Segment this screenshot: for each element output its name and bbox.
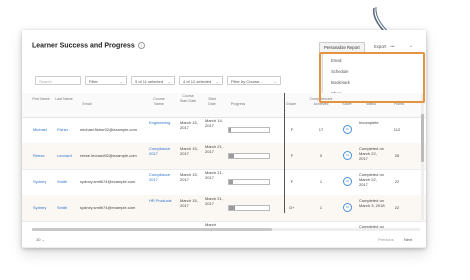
- chevron-down-icon: ⌄: [215, 79, 219, 84]
- first-name-cell[interactable]: Sydney: [33, 205, 49, 210]
- last-name-cell[interactable]: Fisher: [57, 127, 77, 132]
- column-header-last-name[interactable]: Last Name: [55, 97, 73, 102]
- filter-selection-2[interactable]: 4 of 12 selected ⌄: [179, 76, 223, 85]
- page-size-value: 10: [36, 237, 41, 242]
- scrollbar-thumb[interactable]: [32, 228, 272, 231]
- grade-cell: F: [290, 153, 294, 158]
- next-page-button[interactable]: Next: [404, 237, 412, 242]
- column-header-email[interactable]: Email: [80, 102, 94, 107]
- course-name-cell[interactable]: Engineering: [149, 120, 173, 125]
- export-button[interactable]: Export •••: [374, 42, 395, 51]
- score-ring: 60: [343, 203, 352, 212]
- filter-selection-1[interactable]: 9 of 11 selected ⌄: [131, 76, 175, 85]
- progress-bar: [228, 127, 270, 133]
- competencies-cell: 1: [319, 179, 323, 184]
- vertical-scrollbar[interactable]: [421, 94, 424, 220]
- more-icon: •••: [390, 44, 395, 49]
- points-cell: 22: [394, 179, 400, 184]
- course-start-date-cell: March 15, 2017: [180, 146, 198, 156]
- table-row[interactable]: Sydney Smith sydney.smith74@example.com Com…: [22, 169, 426, 196]
- chevron-down-icon: ⌄: [167, 79, 171, 84]
- chevron-down-icon[interactable]: ⌄: [409, 42, 413, 51]
- search-input[interactable]: Search: [35, 76, 81, 85]
- filter-label: 4 of 12 selected: [183, 79, 212, 84]
- column-divider: [284, 93, 285, 213]
- score-ring: 40: [343, 125, 352, 134]
- progress-bar: [228, 205, 270, 211]
- horizontal-scrollbar[interactable]: [32, 228, 420, 231]
- column-header-grade[interactable]: Grade: [284, 102, 298, 107]
- column-header-start-date[interactable]: Start Date: [204, 97, 220, 107]
- grade-cell: F: [290, 179, 294, 184]
- email-cell: reese.leonard92@example.com: [80, 153, 137, 158]
- page-title-text: Learner Success and Progress: [32, 42, 135, 50]
- start-date-cell: March 21, 2017: [205, 144, 223, 154]
- info-icon[interactable]: i: [137, 42, 145, 49]
- email-cell: michael.fisher02@example.com: [80, 127, 137, 132]
- last-name-cell[interactable]: Leonard: [57, 153, 77, 158]
- filter-dropdown[interactable]: Filter ⌄: [85, 76, 127, 85]
- grade-cell: F: [290, 127, 294, 132]
- score-ring: 45: [343, 151, 352, 160]
- filter-by-course[interactable]: Filter by Course... ⌄: [227, 76, 281, 85]
- table-row[interactable]: Sydney Smith sydney.smith74@example.com HR …: [22, 195, 426, 222]
- progress-bar-fill: [229, 128, 231, 132]
- progress-bar-fill: [229, 154, 234, 158]
- progress-bar: [228, 153, 270, 159]
- score-ring: 40: [343, 177, 352, 186]
- first-name-cell[interactable]: Michael: [33, 127, 49, 132]
- status-cell: Completed on March 3, 2018: [359, 198, 385, 208]
- column-header-course-name[interactable]: Course Name: [149, 97, 169, 107]
- email-cell: sydney.smith74@example.com: [80, 179, 136, 184]
- column-header-first-name[interactable]: First Name: [32, 97, 50, 102]
- course-name-cell[interactable]: Compliance 2017: [149, 146, 173, 156]
- filter-label: 9 of 11 selected: [135, 79, 163, 84]
- chevron-down-icon: ⌄: [273, 79, 277, 84]
- competencies-cell: 0: [319, 153, 323, 158]
- chevron-down-icon: ⌄: [41, 237, 45, 242]
- status-cell: Completed on March 22, 2017: [359, 172, 384, 187]
- start-date-cell: March 21, 2017: [205, 196, 223, 206]
- points-cell: 112: [393, 127, 401, 132]
- points-cell: 22: [394, 205, 400, 210]
- course-name-cell[interactable]: HR Products: [149, 198, 173, 203]
- filter-label: Filter by Course...: [231, 79, 263, 84]
- course-start-date-cell: March 15, 2017: [180, 172, 198, 182]
- grade-cell: D+: [289, 205, 295, 210]
- chevron-down-icon: ⌄: [119, 79, 123, 84]
- course-name-cell[interactable]: Compliance 2017: [149, 172, 173, 182]
- last-name-cell[interactable]: Smith: [57, 205, 77, 210]
- course-start-date-cell: March 15, 2017: [180, 198, 198, 208]
- filter-label: Filter: [89, 79, 98, 84]
- progress-bar-fill: [229, 180, 233, 184]
- export-label: Export: [374, 44, 387, 49]
- start-date-cell: March 14, 2017: [205, 118, 223, 128]
- progress-bar-fill: [229, 206, 235, 210]
- start-date-cell: March 21, 2017: [205, 170, 223, 180]
- status-cell: Completed on March 22, 2017: [359, 146, 384, 161]
- column-header-progress[interactable]: Progress: [227, 102, 249, 107]
- scrollbar-thumb[interactable]: [421, 114, 424, 162]
- email-cell: sydney.smith74@example.com: [80, 205, 136, 210]
- table-row[interactable]: Michael Fisher michael.fisher02@example.co…: [22, 117, 426, 144]
- table-row[interactable]: Reese Leonard reese.leonard92@example.com C…: [22, 143, 426, 170]
- first-name-cell[interactable]: Reese: [33, 153, 49, 158]
- progress-bar: [228, 179, 270, 185]
- page-title: Learner Success and Progress i: [32, 42, 145, 49]
- course-start-date-cell: March 15, 2017: [180, 120, 198, 130]
- points-cell: 26: [394, 153, 400, 158]
- page-size-select[interactable]: 10 ⌄: [36, 237, 45, 242]
- competencies-cell: 17: [318, 127, 324, 132]
- competencies-cell: 1: [319, 205, 323, 210]
- column-header-course-start-date[interactable]: Course Start Date: [179, 94, 197, 104]
- start-date-cell: March: [205, 222, 217, 227]
- first-name-cell[interactable]: Sydney: [33, 179, 49, 184]
- previous-page-button[interactable]: Previous: [378, 237, 394, 242]
- status-cell: Incomplete: [359, 120, 379, 125]
- highlight-box: [319, 52, 425, 103]
- table-footer: 10 ⌄ Previous Next: [22, 234, 426, 248]
- last-name-cell[interactable]: Smith: [57, 179, 77, 184]
